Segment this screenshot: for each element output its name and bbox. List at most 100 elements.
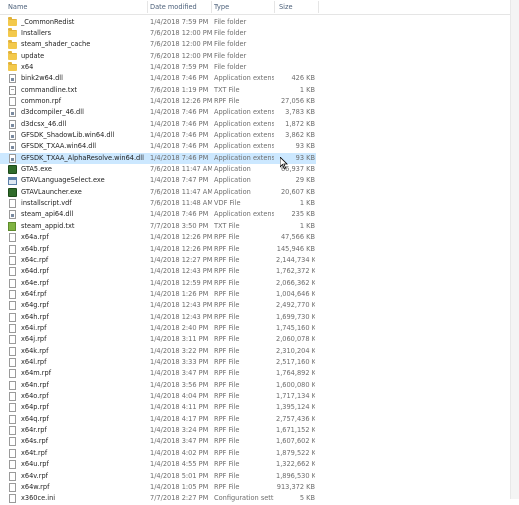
- file-icon-cell: [8, 62, 19, 73]
- file-row[interactable]: x64j.rpf 1/4/2018 3:11 PM RPF File 2,060,07…: [0, 334, 316, 345]
- file-date-modified: 1/4/2018 4:17 PM: [150, 414, 209, 423]
- file-row[interactable]: x64t.rpf 1/4/2018 4:02 PM RPF File 1,879,52…: [0, 448, 316, 459]
- file-row[interactable]: x64b.rpf 1/4/2018 12:26 PM RPF File 145,946…: [0, 244, 316, 255]
- file-row[interactable]: x64o.rpf 1/4/2018 4:04 PM RPF File 1,717,13…: [0, 391, 316, 402]
- column-header-size[interactable]: Size: [279, 0, 293, 14]
- file-row[interactable]: x64k.rpf 1/4/2018 3:22 PM RPF File 2,310,20…: [0, 346, 316, 357]
- file-row[interactable]: d3dcsx_46.dll 1/4/2018 7:46 PM Application…: [0, 119, 316, 130]
- file-row[interactable]: GFSDK_TXAA.win64.dll 1/4/2018 7:46 PM Appl…: [0, 141, 316, 152]
- file-icon-cell: [8, 425, 19, 436]
- dll-icon: [9, 153, 16, 163]
- file-name: x64p.rpf: [21, 403, 49, 412]
- file-size: [276, 51, 315, 62]
- file-row[interactable]: d3dcompiler_46.dll 1/4/2018 7:46 PM Applic…: [0, 107, 316, 118]
- file-date-modified: 1/4/2018 12:27 PM: [150, 255, 212, 264]
- file-icon-cell: [8, 73, 19, 84]
- file-type: TXT File: [214, 221, 240, 230]
- file-type: Application extens: [214, 108, 274, 117]
- file-date-modified: 7/6/2018 11:47 AM: [150, 165, 212, 174]
- file-size: [276, 39, 315, 50]
- file-row[interactable]: x64f.rpf 1/4/2018 1:26 PM RPF File 1,004,64…: [0, 289, 316, 300]
- file-row[interactable]: x64d.rpf 1/4/2018 12:43 PM RPF File 1,762,3…: [0, 266, 316, 277]
- file-row[interactable]: x64r.rpf 1/4/2018 3:24 PM RPF File 1,671,15…: [0, 425, 316, 436]
- file-size: 1,717,134 KB: [276, 392, 315, 401]
- column-header-name[interactable]: Name: [8, 0, 27, 14]
- file-row[interactable]: GFSDK_ShadowLib.win64.dll 1/4/2018 7:46 P…: [0, 130, 316, 141]
- file-row[interactable]: x64q.rpf 1/4/2018 4:17 PM RPF File 2,757,43…: [0, 414, 316, 425]
- file-row[interactable]: GTAVLanguageSelect.exe 1/4/2018 7:47 PM Ap…: [0, 175, 316, 186]
- file-row[interactable]: GFSDK_TXAA_AlphaResolve.win64.dll 1/4/201…: [0, 152, 316, 165]
- file-row[interactable]: x64p.rpf 1/4/2018 4:11 PM RPF File 1,395,12…: [0, 402, 316, 413]
- file-icon: [9, 312, 16, 322]
- file-name: x64m.rpf: [21, 369, 52, 378]
- folder-icon: [8, 39, 17, 49]
- column-divider[interactable]: [274, 1, 275, 13]
- column-divider[interactable]: [147, 1, 148, 13]
- column-divider[interactable]: [318, 1, 319, 13]
- file-row[interactable]: Installers 7/6/2018 12:00 PM File folder: [0, 28, 316, 39]
- file-size: 3,862 KB: [285, 131, 315, 139]
- file-name: installscript.vdf: [21, 199, 72, 208]
- column-divider[interactable]: [211, 1, 212, 13]
- dll-icon: [9, 131, 16, 140]
- file-row[interactable]: x64h.rpf 1/4/2018 12:43 PM RPF File 1,699,7…: [0, 312, 316, 323]
- file-size: 1,395,124 KB: [276, 403, 315, 412]
- file-type: RPF File: [214, 335, 240, 344]
- file-row[interactable]: x64s.rpf 1/4/2018 3:47 PM RPF File 1,607,60…: [0, 436, 316, 447]
- file-icon: [9, 369, 16, 379]
- file-row[interactable]: x64i.rpf 1/4/2018 2:40 PM RPF File 1,745,16…: [0, 323, 316, 334]
- file-row[interactable]: x64m.rpf 1/4/2018 3:47 PM RPF File 1,764,89…: [0, 368, 316, 379]
- column-header-date[interactable]: Date modified: [150, 0, 197, 14]
- file-row[interactable]: commandline.txt 7/6/2018 1:19 PM TXT File 1…: [0, 85, 316, 96]
- file-row[interactable]: x64v.rpf 1/4/2018 5:01 PM RPF File 1,896,53…: [0, 471, 316, 482]
- file-size: 2,066,362 KB: [276, 278, 315, 287]
- file-size: 426 KB: [291, 74, 315, 83]
- file-row[interactable]: _CommonRedist 1/4/2018 7:59 PM File folder: [0, 17, 316, 28]
- file-row[interactable]: steam_appid.txt 7/7/2018 3:50 PM TXT File 1…: [0, 221, 316, 232]
- file-icon-cell: [8, 164, 19, 175]
- file-icon-cell: [8, 346, 19, 357]
- file-icon: [9, 335, 16, 345]
- file-name: x64q.rpf: [21, 414, 49, 423]
- file-row[interactable]: GTAVLauncher.exe 7/6/2018 11:47 AM Applica…: [0, 187, 316, 198]
- vertical-scrollbar[interactable]: [510, 0, 519, 499]
- file-row[interactable]: x64u.rpf 1/4/2018 4:55 PM RPF File 1,322,66…: [0, 459, 316, 470]
- file-row[interactable]: steam_api64.dll 1/4/2018 7:46 PM Applicati…: [0, 209, 316, 220]
- file-row[interactable]: steam_shader_cache 7/6/2018 12:00 PM File …: [0, 39, 316, 50]
- file-row[interactable]: x64n.rpf 1/4/2018 3:56 PM RPF File 1,600,08…: [0, 380, 316, 391]
- file-row[interactable]: x64g.rpf 1/4/2018 12:43 PM RPF File 2,492,7…: [0, 300, 316, 311]
- file-icon: [9, 460, 16, 470]
- file-row[interactable]: common.rpf 1/4/2018 12:26 PM RPF File 27,05…: [0, 96, 316, 107]
- file-name: x64h.rpf: [21, 312, 49, 321]
- file-date-modified: 1/4/2018 1:26 PM: [150, 289, 209, 298]
- file-date-modified: 1/4/2018 1:05 PM: [150, 482, 209, 491]
- folder-icon: [8, 51, 17, 61]
- file-row[interactable]: update 7/6/2018 12:00 PM File folder: [0, 51, 316, 62]
- file-row[interactable]: x64c.rpf 1/4/2018 12:27 PM RPF File 2,144,7…: [0, 255, 316, 266]
- file-row[interactable]: x64e.rpf 1/4/2018 12:59 PM RPF File 2,066,3…: [0, 278, 316, 289]
- file-date-modified: 1/4/2018 3:47 PM: [150, 369, 209, 378]
- file-date-modified: 1/4/2018 7:46 PM: [150, 108, 209, 117]
- file-size: 1,764,892 KB: [276, 369, 315, 378]
- file-date-modified: 1/4/2018 12:59 PM: [150, 278, 212, 287]
- file-name: commandline.txt: [21, 85, 77, 94]
- file-icon-cell: [8, 153, 19, 164]
- file-size: 3,783 KB: [285, 108, 315, 117]
- file-type: File folder: [214, 62, 247, 71]
- file-icon-cell: [8, 119, 19, 130]
- file-icon-cell: [8, 289, 19, 300]
- column-header-type[interactable]: Type: [214, 0, 229, 14]
- file-size: 2,060,078 KB: [276, 335, 315, 344]
- file-row[interactable]: x64l.rpf 1/4/2018 3:33 PM RPF File 2,517,16…: [0, 357, 316, 368]
- file-row[interactable]: GTA5.exe 7/6/2018 11:47 AM Application 66,9…: [0, 164, 316, 175]
- file-date-modified: 7/6/2018 1:19 PM: [150, 85, 209, 94]
- file-row[interactable]: x64 1/4/2018 7:59 PM File folder: [0, 62, 316, 73]
- dll-icon: [9, 74, 16, 84]
- file-icon-cell: [8, 17, 19, 28]
- file-row[interactable]: installscript.vdf 7/6/2018 11:48 AM VDF Fi…: [0, 198, 316, 209]
- dll-icon: [9, 108, 16, 118]
- file-row[interactable]: bink2w64.dll 1/4/2018 7:46 PM Application …: [0, 73, 316, 84]
- file-row[interactable]: x64a.rpf 1/4/2018 12:26 PM RPF File 47,566 …: [0, 232, 316, 243]
- file-name: GFSDK_ShadowLib.win64.dll: [21, 131, 115, 139]
- file-row[interactable]: x64w.rpf 1/4/2018 1:05 PM RPF File 913,372 …: [0, 482, 316, 493]
